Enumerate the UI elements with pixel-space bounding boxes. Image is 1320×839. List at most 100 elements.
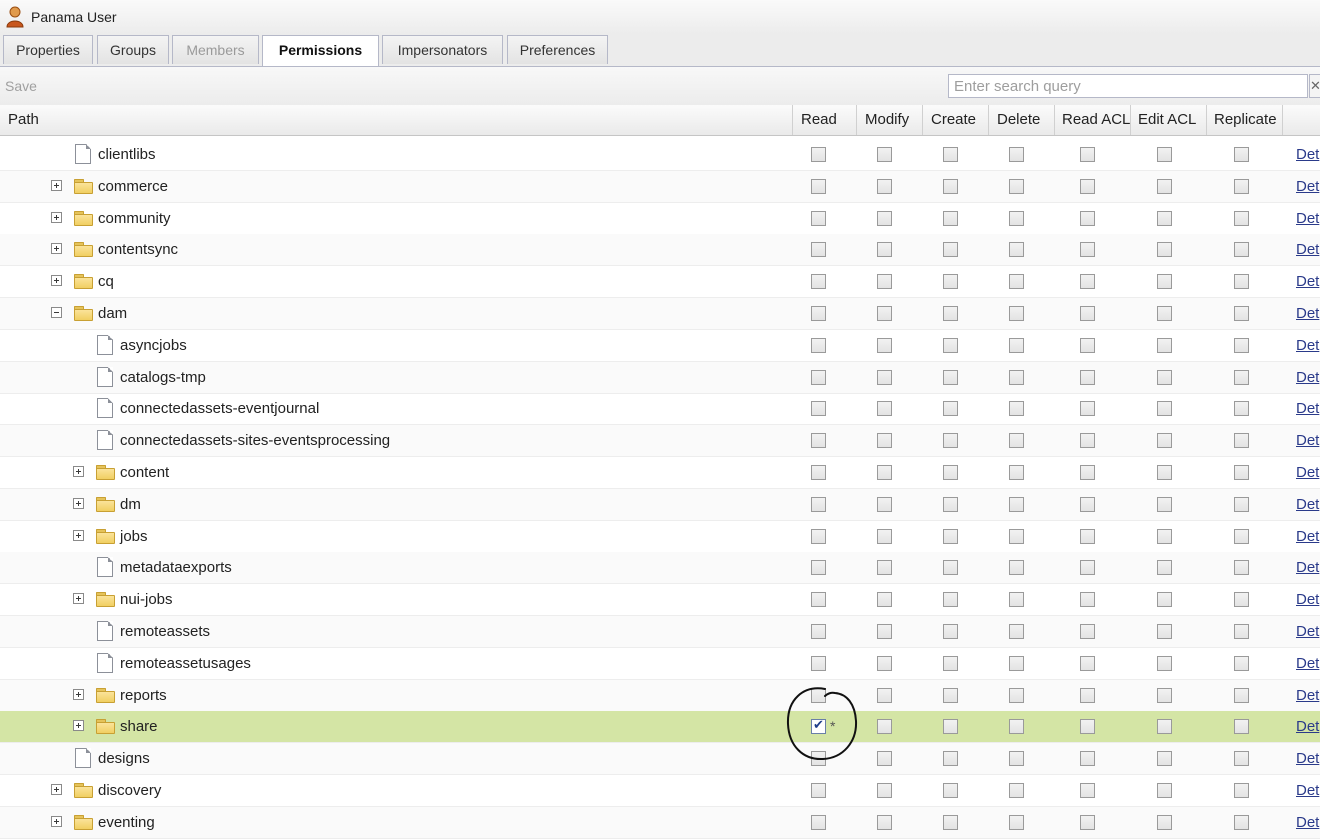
edit-acl-checkbox[interactable] [1157,814,1172,830]
read-checkbox[interactable] [811,274,826,290]
node-name[interactable]: reports [120,687,167,704]
edit-acl-checkbox[interactable] [1157,687,1172,703]
modify-checkbox[interactable] [877,178,892,194]
create-checkbox[interactable] [943,687,958,703]
delete-checkbox[interactable] [1009,655,1024,671]
tree-row[interactable]: catalogs-tmp Det [0,361,1320,394]
replicate-checkbox[interactable] [1234,719,1249,735]
read-acl-checkbox[interactable] [1080,496,1095,512]
details-link[interactable]: Det [1296,687,1319,704]
replicate-checkbox[interactable] [1234,496,1249,512]
modify-checkbox[interactable] [877,433,892,449]
read-acl-checkbox[interactable] [1080,242,1095,258]
read-checkbox[interactable] [811,465,826,480]
details-link[interactable]: Det [1296,814,1319,831]
read-checkbox[interactable] [811,717,826,735]
read-checkbox[interactable] [811,624,826,639]
replicate-checkbox[interactable] [1234,337,1249,353]
read-checkbox[interactable] [811,433,826,449]
delete-checkbox[interactable] [1009,687,1024,703]
column-header-path[interactable]: Path [0,105,793,135]
column-header-edit-acl[interactable]: Edit ACL [1131,105,1207,135]
expand-icon[interactable] [73,688,84,700]
modify-checkbox[interactable] [877,655,892,671]
modify-checkbox[interactable] [877,751,892,767]
create-checkbox[interactable] [943,560,958,576]
node-name[interactable]: commerce [98,178,168,195]
delete-checkbox[interactable] [1009,560,1024,576]
read-acl-checkbox[interactable] [1080,210,1095,226]
read-checkbox[interactable] [811,814,826,830]
delete-checkbox[interactable] [1009,178,1024,194]
create-checkbox[interactable] [943,528,958,544]
save-button[interactable]: Save [5,78,37,94]
create-checkbox[interactable] [943,814,958,830]
read-acl-checkbox[interactable] [1080,433,1095,449]
create-checkbox[interactable] [943,306,958,321]
delete-checkbox[interactable] [1009,783,1024,798]
read-acl-checkbox[interactable] [1080,337,1095,353]
create-checkbox[interactable] [943,751,958,767]
read-checkbox[interactable] [811,242,826,258]
expand-icon[interactable] [51,179,62,191]
replicate-checkbox[interactable] [1234,242,1249,258]
tree-row[interactable]: designs Det [0,743,1320,776]
details-link[interactable]: Det [1296,369,1319,386]
delete-checkbox[interactable] [1009,751,1024,767]
tab-permissions[interactable]: Permissions [262,35,379,66]
read-checkbox[interactable] [811,655,826,671]
read-acl-checkbox[interactable] [1080,783,1095,798]
node-name[interactable]: clientlibs [98,146,156,163]
details-link[interactable]: Det [1296,241,1319,258]
read-checkbox[interactable] [811,147,826,162]
read-acl-checkbox[interactable] [1080,178,1095,194]
modify-checkbox[interactable] [877,242,892,258]
details-link[interactable]: Det [1296,305,1319,322]
node-name[interactable]: connectedassets-sites-eventsprocessing [120,432,390,449]
details-link[interactable]: Det [1296,146,1319,163]
read-acl-checkbox[interactable] [1080,655,1095,671]
expand-icon[interactable] [51,815,62,827]
tree-row[interactable]: commerce Det [0,170,1320,203]
tree-row[interactable]: dam Det [0,298,1320,330]
details-link[interactable]: Det [1296,178,1319,195]
modify-checkbox[interactable] [877,687,892,703]
node-name[interactable]: share [120,718,158,735]
tree-row[interactable]: cq Det [0,266,1320,299]
node-name[interactable]: connectedassets-eventjournal [120,400,319,417]
expand-icon[interactable] [51,784,62,795]
replicate-checkbox[interactable] [1234,655,1249,671]
details-link[interactable]: Det [1296,273,1319,290]
delete-checkbox[interactable] [1009,592,1024,608]
create-checkbox[interactable] [943,592,958,608]
column-header-read[interactable]: Read [793,105,857,135]
node-name[interactable]: designs [98,750,150,767]
expand-icon[interactable] [73,529,84,541]
expand-icon[interactable] [51,243,62,255]
node-name[interactable]: discovery [98,782,161,799]
node-name[interactable]: jobs [120,528,148,545]
read-checkbox[interactable] [811,687,826,703]
expand-icon[interactable] [73,593,84,605]
delete-checkbox[interactable] [1009,528,1024,544]
tab-groups[interactable]: Groups [97,35,169,64]
create-checkbox[interactable] [943,369,958,385]
create-checkbox[interactable] [943,401,958,417]
node-name[interactable]: remoteassetusages [120,655,251,672]
expand-icon[interactable] [51,275,62,287]
edit-acl-checkbox[interactable] [1157,242,1172,258]
edit-acl-checkbox[interactable] [1157,401,1172,417]
modify-checkbox[interactable] [877,306,892,321]
replicate-checkbox[interactable] [1234,210,1249,226]
replicate-checkbox[interactable] [1234,433,1249,449]
replicate-checkbox[interactable] [1234,369,1249,385]
replicate-checkbox[interactable] [1234,560,1249,576]
delete-checkbox[interactable] [1009,496,1024,512]
details-link[interactable]: Det [1296,337,1319,354]
tree-row[interactable]: clientlibs Det [0,139,1320,171]
search-input[interactable] [948,74,1308,98]
create-checkbox[interactable] [943,242,958,258]
edit-acl-checkbox[interactable] [1157,592,1172,608]
read-acl-checkbox[interactable] [1080,274,1095,290]
read-acl-checkbox[interactable] [1080,719,1095,735]
